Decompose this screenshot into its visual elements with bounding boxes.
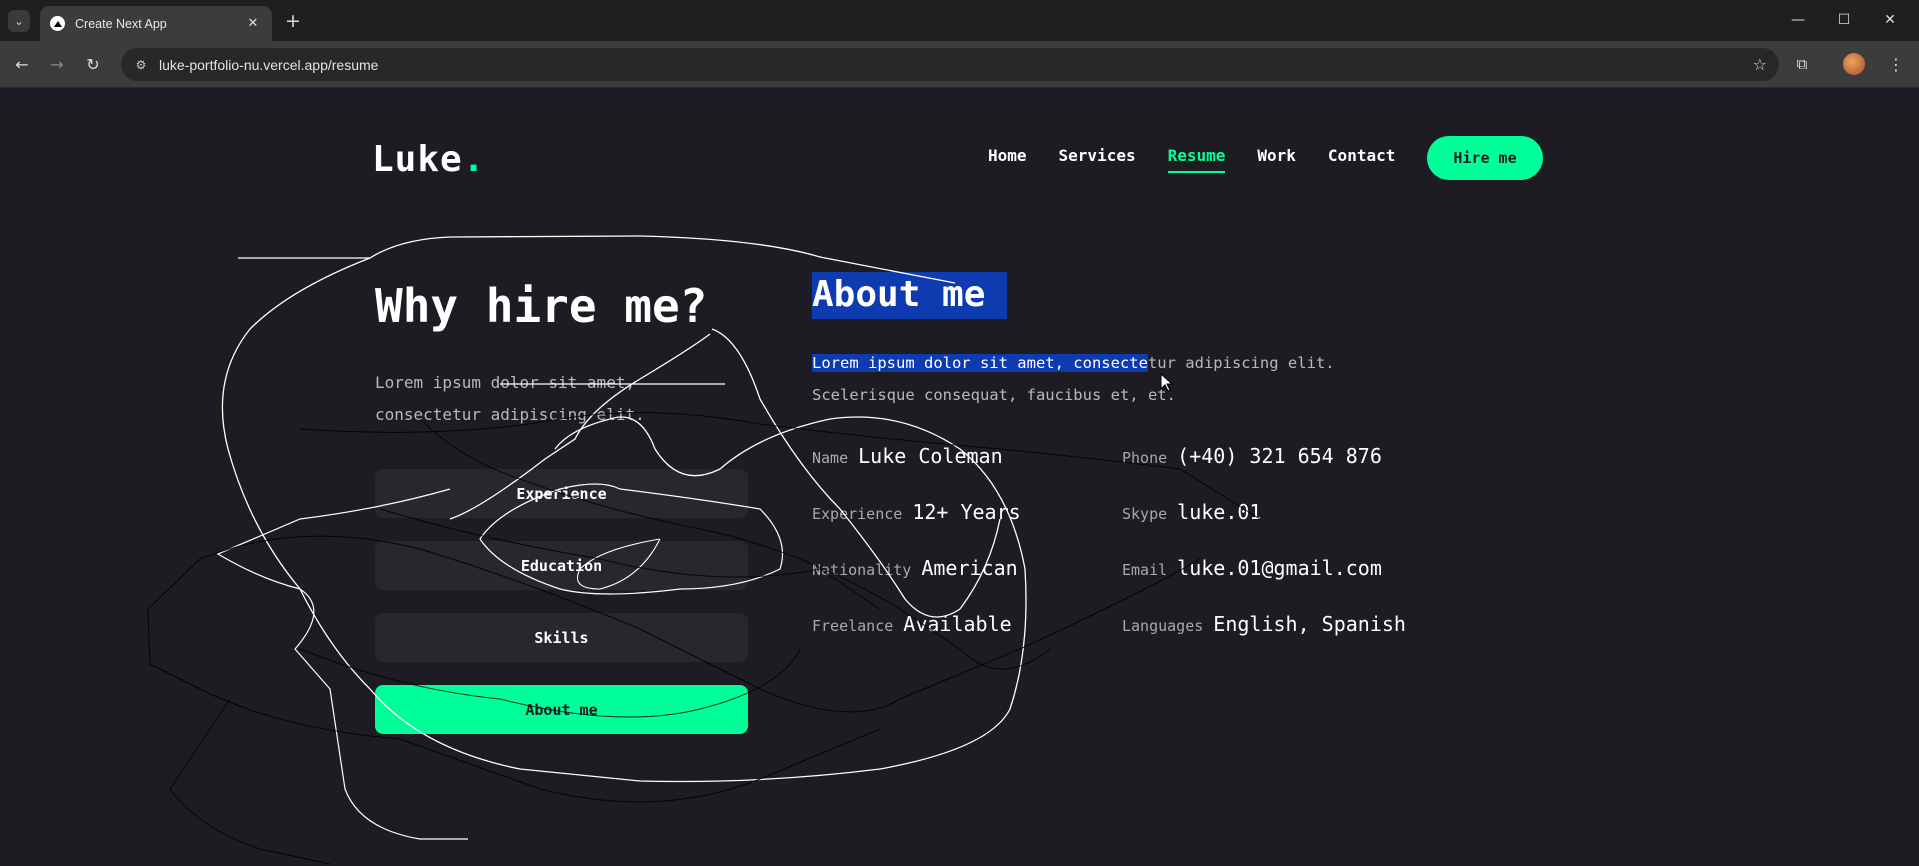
page-content: Luke. Home Services Resume Work Contact … bbox=[0, 89, 1919, 866]
about-me-title: About me bbox=[812, 272, 1008, 319]
browser-tab-bar: ⌄ Create Next App ✕ + — ☐ ✕ bbox=[0, 0, 1919, 41]
why-desc-line-2: consectetur adipiscing elit. bbox=[375, 405, 645, 424]
info-label: Phone bbox=[1122, 449, 1168, 467]
info-label: Skype bbox=[1122, 505, 1168, 523]
tab-skills[interactable]: Skills bbox=[375, 613, 748, 662]
tab-title: Create Next App bbox=[75, 16, 167, 31]
info-label: Name bbox=[812, 449, 849, 467]
info-languages: Languages English, Spanish bbox=[1122, 612, 1406, 636]
info-freelance: Freelance Available bbox=[812, 612, 1012, 636]
bookmark-star-icon[interactable]: ☆ bbox=[1753, 55, 1767, 74]
info-experience: Experience 12+ Years bbox=[812, 500, 1021, 524]
tab-search-chevron-icon[interactable]: ⌄ bbox=[8, 10, 30, 32]
why-desc-line-1: Lorem ipsum dolor sit amet, bbox=[375, 373, 636, 392]
about-description: Lorem ipsum dolor sit amet, consectetur … bbox=[812, 347, 1372, 411]
why-hire-description: Lorem ipsum dolor sit amet, consectetur … bbox=[375, 367, 705, 431]
info-value: Available bbox=[903, 612, 1012, 636]
tab-close-icon[interactable]: ✕ bbox=[244, 16, 262, 31]
back-arrow-icon[interactable]: ← bbox=[9, 51, 35, 77]
address-bar[interactable]: ⚙ luke-portfolio-nu.vercel.app/resume ☆ bbox=[121, 48, 1779, 81]
tab-experience[interactable]: Experience bbox=[375, 469, 748, 518]
why-hire-title: Why hire me? bbox=[375, 279, 708, 333]
site-logo[interactable]: Luke. bbox=[372, 139, 485, 180]
info-value: American bbox=[921, 556, 1018, 580]
info-value: (+40) 321 654 876 bbox=[1177, 444, 1382, 468]
mouse-cursor-icon bbox=[1160, 373, 1174, 392]
scribble-overlay bbox=[147, 235, 1261, 865]
hire-me-button[interactable]: Hire me bbox=[1427, 136, 1543, 180]
logo-text: Luke bbox=[372, 139, 463, 180]
info-phone: Phone (+40) 321 654 876 bbox=[1122, 444, 1382, 468]
forward-arrow-icon[interactable]: → bbox=[44, 51, 70, 77]
info-value: luke.01 bbox=[1177, 500, 1262, 524]
browser-toolbar: ← → ↻ ⚙ luke-portfolio-nu.vercel.app/res… bbox=[0, 41, 1919, 88]
nav-resume[interactable]: Resume bbox=[1167, 146, 1226, 173]
info-value: English, Spanish bbox=[1213, 612, 1406, 636]
maximize-icon[interactable]: ☐ bbox=[1832, 8, 1856, 32]
tab-education[interactable]: Education bbox=[375, 541, 748, 590]
url-text[interactable]: luke-portfolio-nu.vercel.app/resume bbox=[159, 57, 1753, 73]
profile-avatar[interactable] bbox=[1843, 53, 1865, 75]
info-nationality: Nationality American bbox=[812, 556, 1018, 580]
nav-contact[interactable]: Contact bbox=[1328, 146, 1395, 173]
main-nav: Home Services Resume Work Contact bbox=[988, 146, 1427, 173]
browser-tab[interactable]: Create Next App ✕ bbox=[40, 6, 272, 41]
about-desc-line-1: Lorem ipsum dolor sit amet, consectetur … bbox=[812, 347, 1372, 379]
extensions-puzzle-icon[interactable]: ⧉ bbox=[1789, 51, 1815, 77]
window-close-icon[interactable]: ✕ bbox=[1878, 8, 1902, 32]
info-value: 12+ Years bbox=[912, 500, 1021, 524]
about-desc-line-2: Scelerisque consequat, faucibus et, et. bbox=[812, 386, 1176, 404]
info-label: Languages bbox=[1122, 617, 1204, 635]
info-email: Email luke.01@gmail.com bbox=[1122, 556, 1382, 580]
info-skype: Skype luke.01 bbox=[1122, 500, 1261, 524]
info-label: Experience bbox=[812, 505, 903, 523]
nav-home[interactable]: Home bbox=[988, 146, 1027, 173]
new-tab-plus-icon[interactable]: + bbox=[282, 10, 304, 32]
info-label: Freelance bbox=[812, 617, 894, 635]
tab-about-me[interactable]: About me bbox=[375, 685, 748, 734]
logo-dot: . bbox=[462, 139, 486, 180]
browser-menu-dots-icon[interactable]: ⋮ bbox=[1885, 51, 1907, 77]
minimize-icon[interactable]: — bbox=[1786, 8, 1810, 32]
info-value: luke.01@gmail.com bbox=[1177, 556, 1382, 580]
reload-icon[interactable]: ↻ bbox=[80, 51, 106, 77]
nav-services[interactable]: Services bbox=[1059, 146, 1136, 173]
about-desc-rest: tur adipiscing elit. bbox=[1147, 354, 1335, 372]
site-info-icon[interactable]: ⚙ bbox=[131, 55, 151, 75]
selected-text: Lorem ipsum dolor sit amet, consecte bbox=[812, 354, 1148, 372]
nav-work[interactable]: Work bbox=[1257, 146, 1296, 173]
info-value: Luke Coleman bbox=[858, 444, 1003, 468]
nextjs-favicon-icon bbox=[50, 16, 65, 31]
info-name: Name Luke Coleman bbox=[812, 444, 1003, 468]
info-label: Email bbox=[1122, 561, 1168, 579]
info-label: Nationality bbox=[812, 561, 912, 579]
